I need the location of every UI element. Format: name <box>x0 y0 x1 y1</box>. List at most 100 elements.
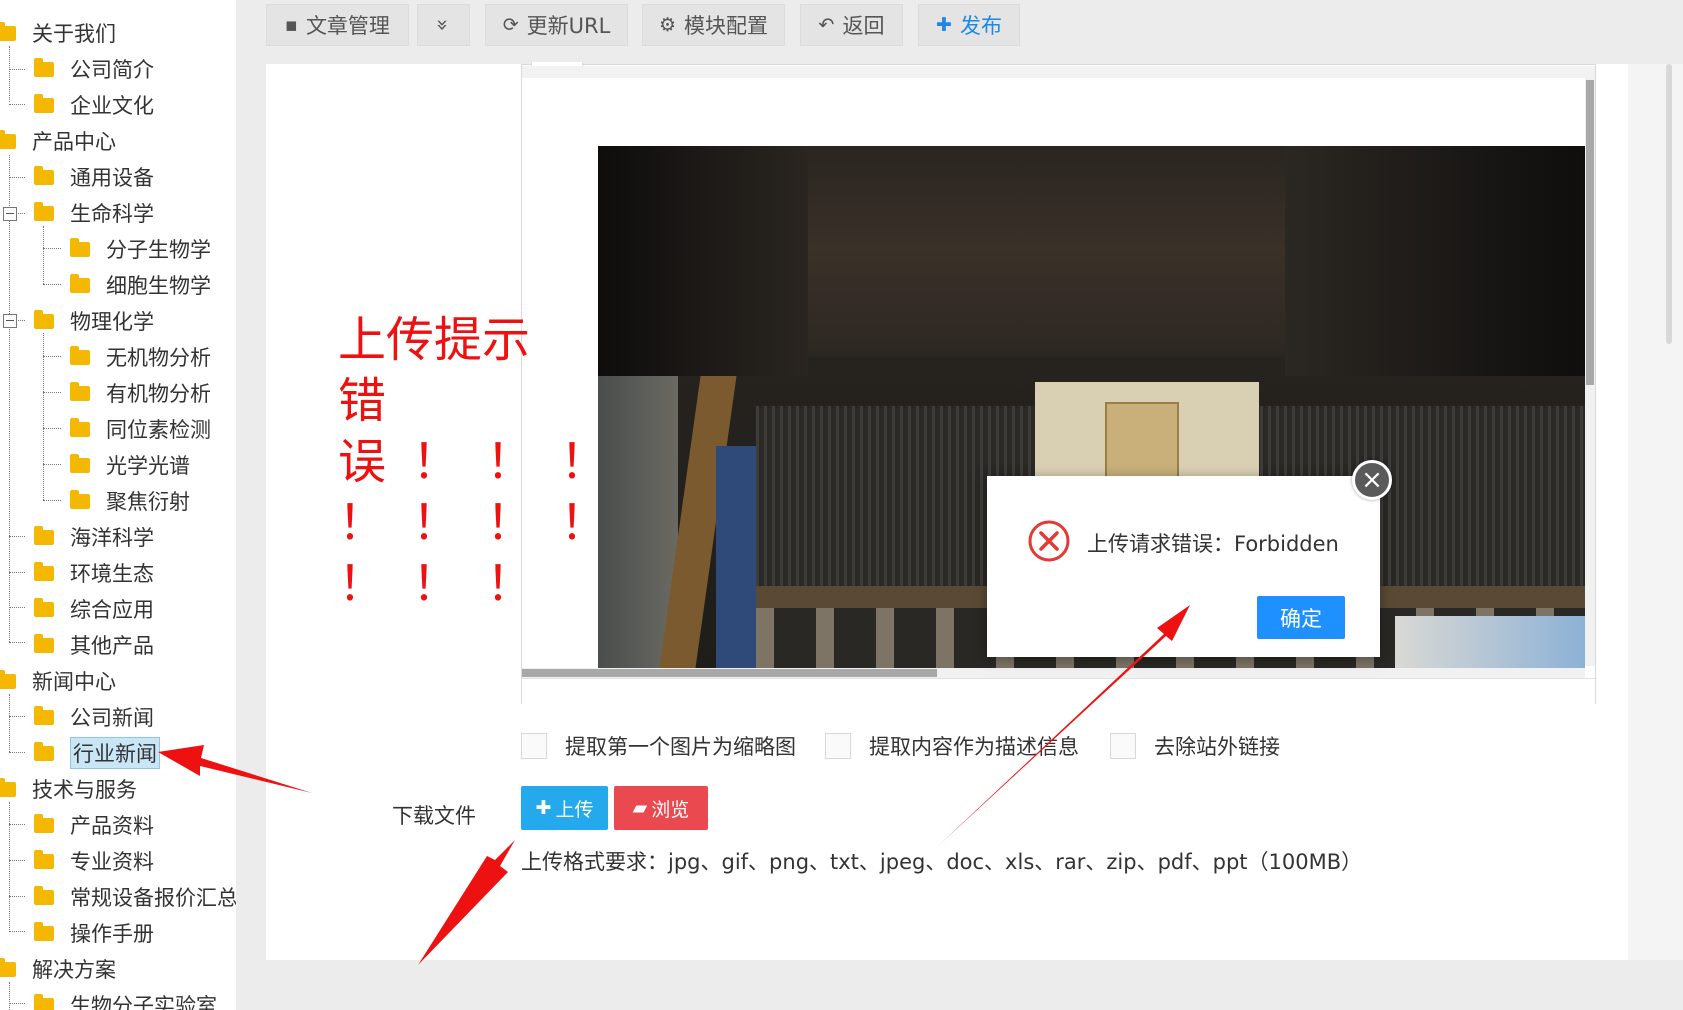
tree-label: 新闻中心 <box>32 670 116 694</box>
tree-node-company-news[interactable]: 公司新闻 <box>34 702 154 732</box>
tree-node-news[interactable]: 新闻中心 <box>0 666 116 696</box>
folder-icon <box>0 957 16 977</box>
folder-icon <box>34 705 54 725</box>
tree-node-optical-spectra[interactable]: 光学光谱 <box>70 450 190 480</box>
tree-node-products[interactable]: 产品中心 <box>0 126 116 156</box>
tree-node-solutions[interactable]: 解决方案 <box>0 954 116 984</box>
editor-horizontal-scroll-thumb[interactable] <box>522 669 937 677</box>
folder-icon <box>70 381 90 401</box>
tree-label: 环境生态 <box>70 562 154 586</box>
tree-label: 产品中心 <box>32 130 116 154</box>
folder-icon <box>70 273 90 293</box>
update-url-button[interactable]: ⟳ 更新URL <box>485 4 628 46</box>
tree-node-inorganic-analysis[interactable]: 无机物分析 <box>70 342 211 372</box>
article-manage-label: 文章管理 <box>305 14 390 38</box>
folder-icon <box>0 21 16 41</box>
tree-node-cell-biology[interactable]: 细胞生物学 <box>70 270 211 300</box>
tree-label: 公司新闻 <box>70 706 154 730</box>
tree-connector <box>43 500 61 501</box>
tree-label: 专业资料 <box>70 850 154 874</box>
folder-icon <box>34 93 54 113</box>
folder-icon <box>70 237 90 257</box>
tree-label: 关于我们 <box>32 22 116 46</box>
tree-node-industry-news[interactable]: 行业新闻 <box>34 737 160 769</box>
close-icon[interactable]: × <box>1352 460 1392 500</box>
tree-node-about[interactable]: 关于我们 <box>0 18 116 48</box>
tree-label: 同位素检测 <box>106 418 211 442</box>
browse-button-label: 浏览 <box>651 798 690 821</box>
confirm-button[interactable]: 确定 <box>1257 596 1345 639</box>
tree-connector <box>43 392 61 393</box>
upload-button[interactable]: ✚ 上传 <box>521 786 608 830</box>
editor-vertical-scroll-thumb[interactable] <box>1586 80 1594 385</box>
collapse-toggle-life-science[interactable] <box>3 207 17 221</box>
back-button[interactable]: ↶ 返回 <box>800 4 903 46</box>
thumb-first-image-checkbox[interactable] <box>521 733 547 759</box>
folder-icon <box>70 417 90 437</box>
tree-label: 无机物分析 <box>106 346 211 370</box>
thumb-first-image-option[interactable]: 提取第一个图片为缩略图 <box>521 731 796 761</box>
article-manage-button[interactable]: ▪ 文章管理 <box>266 4 409 46</box>
upload-button-label: 上传 <box>555 798 594 821</box>
folder-icon <box>34 741 54 761</box>
folder-icon <box>34 309 54 329</box>
tree-node-bio-lab[interactable]: 生物分子实验室 <box>34 990 217 1010</box>
tree-node-professional-docs[interactable]: 专业资料 <box>34 846 154 876</box>
folder-icon <box>34 525 54 545</box>
tree-label: 通用设备 <box>70 166 154 190</box>
tree-connector <box>9 607 25 608</box>
tree-connector <box>9 694 10 752</box>
tree-label: 有机物分析 <box>106 382 211 406</box>
folder-icon <box>34 201 54 221</box>
tree-connector <box>9 1003 25 1004</box>
browse-button[interactable]: ▰ 浏览 <box>614 786 708 830</box>
tree-node-other-products[interactable]: 其他产品 <box>34 630 154 660</box>
tree-node-environment-ecology[interactable]: 环境生态 <box>34 558 154 588</box>
tree-node-tech-service[interactable]: 技术与服务 <box>0 774 137 804</box>
error-message: 上传请求错误：Forbidden <box>1087 532 1339 556</box>
tree-node-isotope-detection[interactable]: 同位素检测 <box>70 414 211 444</box>
extract-description-checkbox[interactable] <box>825 733 851 759</box>
extract-description-option[interactable]: 提取内容作为描述信息 <box>825 731 1079 761</box>
tree-node-integrated-application[interactable]: 综合应用 <box>34 594 154 624</box>
folder-icon <box>0 129 16 149</box>
tree-node-physical-chemistry[interactable]: 物理化学 <box>34 306 154 336</box>
tree-label: 物理化学 <box>70 310 154 334</box>
tree-node-life-science[interactable]: 生命科学 <box>34 198 154 228</box>
tree-label: 聚焦衍射 <box>106 490 190 514</box>
tree-connector <box>9 752 25 753</box>
tree-node-company-intro[interactable]: 公司简介 <box>34 54 154 84</box>
editor-status-bar <box>522 678 1595 704</box>
tree-connector <box>9 536 25 537</box>
tree-label: 产品资料 <box>70 814 154 838</box>
tree-node-marine-science[interactable]: 海洋科学 <box>34 522 154 552</box>
page-scrollbar[interactable] <box>1666 64 1672 344</box>
error-circle-icon <box>1028 520 1070 562</box>
folder-icon <box>34 849 54 869</box>
tree-node-molecular-biology[interactable]: 分子生物学 <box>70 234 211 264</box>
tree-node-organic-analysis[interactable]: 有机物分析 <box>70 378 211 408</box>
tree-label: 分子生物学 <box>106 238 211 262</box>
tree-node-focused-diffraction[interactable]: 聚焦衍射 <box>70 486 190 516</box>
more-dropdown-button[interactable]: » <box>417 4 470 46</box>
module-config-button[interactable]: ⚙ 模块配置 <box>642 4 785 46</box>
tree-node-corporate-culture[interactable]: 企业文化 <box>34 90 154 120</box>
square-icon: ▪ <box>285 14 298 36</box>
tree-node-manuals[interactable]: 操作手册 <box>34 918 154 948</box>
error-annotation: 上传提示 错 误！！！ ！！！！ ！！！ <box>338 310 635 615</box>
remove-external-links-option[interactable]: 去除站外链接 <box>1110 731 1280 761</box>
tree-label: 综合应用 <box>70 598 154 622</box>
tree-node-equipment-quotes[interactable]: 常规设备报价汇总 <box>34 882 236 912</box>
tree-node-product-docs[interactable]: 产品资料 <box>34 810 154 840</box>
tree-connector <box>9 716 25 717</box>
tree-connector <box>43 284 61 285</box>
close-symbol: × <box>1361 465 1383 495</box>
tree-node-general-equipment[interactable]: 通用设备 <box>34 162 154 192</box>
publish-button[interactable]: ✚ 发布 <box>918 4 1020 46</box>
right-gutter <box>1628 64 1683 960</box>
remove-external-links-label: 去除站外链接 <box>1154 735 1280 759</box>
annotation-line: ！！！！ <box>338 495 635 551</box>
remove-external-links-checkbox[interactable] <box>1110 733 1136 759</box>
collapse-toggle-physical-chemistry[interactable] <box>3 314 17 328</box>
extract-description-label: 提取内容作为描述信息 <box>869 735 1079 759</box>
